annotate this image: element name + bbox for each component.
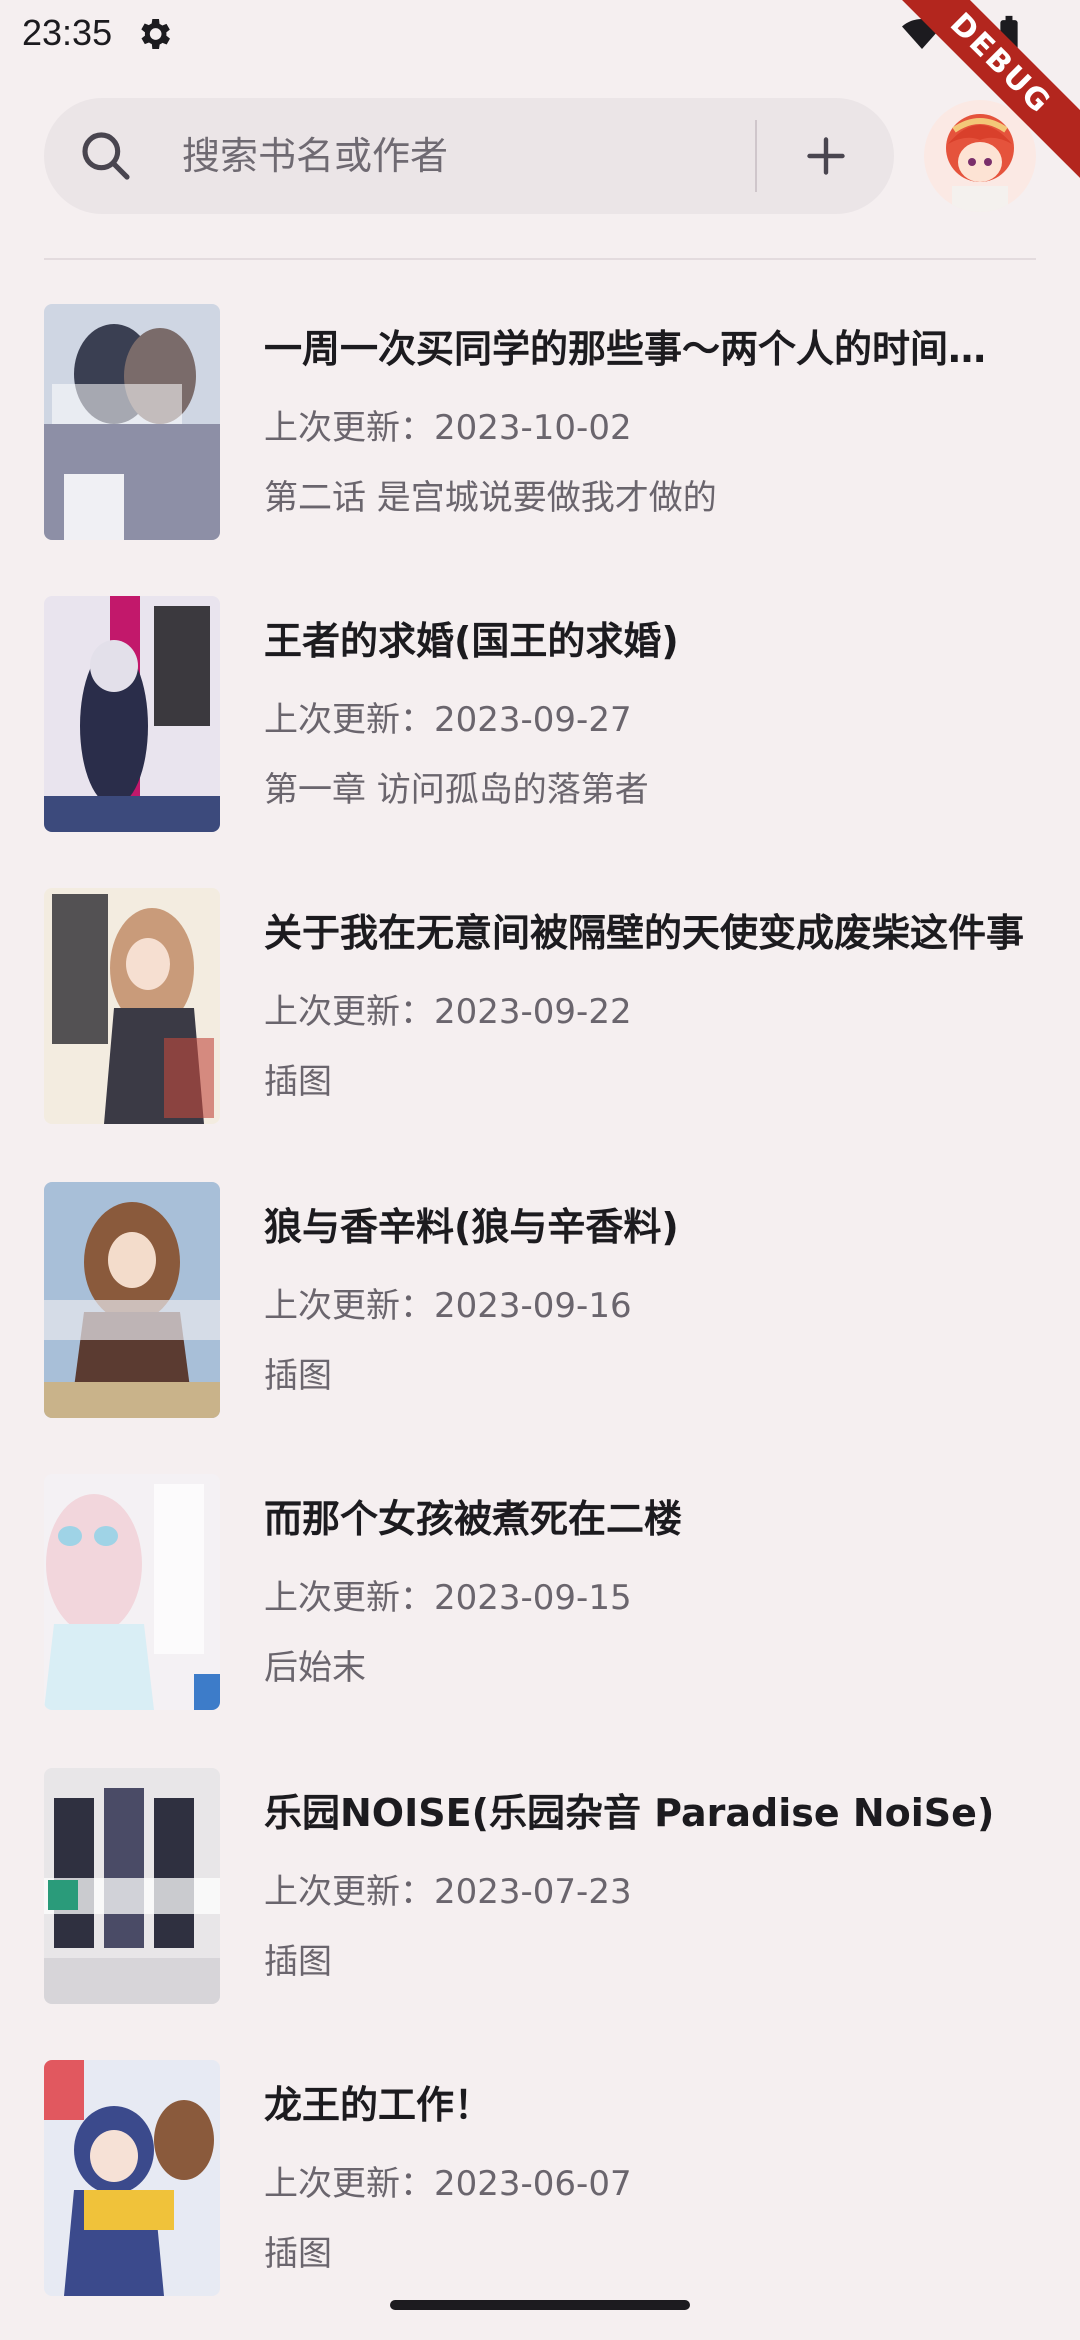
add-button[interactable] xyxy=(786,116,866,196)
book-list-item[interactable]: 而那个女孩被煮死在二楼 上次更新：2023-09-15 后始末 xyxy=(0,1460,1080,1710)
book-cover xyxy=(44,888,220,1124)
divider xyxy=(44,258,1036,260)
book-list-item[interactable]: 龙王的工作！ 上次更新：2023-06-07 插图 xyxy=(0,2046,1080,2296)
book-updated-date: 上次更新：2023-06-07 xyxy=(264,2164,632,2204)
search-input[interactable] xyxy=(182,98,782,214)
book-latest-chapter: 插图 xyxy=(264,1062,332,1102)
book-cover xyxy=(44,596,220,832)
book-title: 一周一次买同学的那些事～两个人的时间，用五千日元作为借口～ xyxy=(264,327,1024,371)
book-latest-chapter: 第一章 访问孤岛的落第者 xyxy=(264,770,649,810)
book-updated-date: 上次更新：2023-10-02 xyxy=(264,408,632,448)
book-latest-chapter: 第二话 是宫城说要做我才做的 xyxy=(264,478,717,518)
search-icon[interactable] xyxy=(78,128,134,184)
gear-icon xyxy=(141,19,170,49)
search-divider xyxy=(755,120,757,192)
book-updated-date: 上次更新：2023-09-22 xyxy=(264,992,632,1032)
book-updated-date: 上次更新：2023-09-16 xyxy=(264,1286,632,1326)
book-title: 龙王的工作！ xyxy=(264,2083,493,2127)
search-bar[interactable] xyxy=(44,98,894,214)
book-cover xyxy=(44,1474,220,1710)
book-title: 乐园NOISE(乐园杂音 Paradise NoiSe) xyxy=(264,1791,995,1835)
book-title: 王者的求婚(国王的求婚) xyxy=(264,619,679,663)
home-indicator[interactable] xyxy=(390,2300,690,2310)
book-latest-chapter: 插图 xyxy=(264,1942,332,1982)
book-cover xyxy=(44,2060,220,2296)
book-latest-chapter: 插图 xyxy=(264,2234,332,2274)
book-list-item[interactable]: 王者的求婚(国王的求婚) 上次更新：2023-09-27 第一章 访问孤岛的落第… xyxy=(0,582,1080,832)
book-latest-chapter: 后始末 xyxy=(264,1648,366,1688)
plus-icon xyxy=(807,137,845,175)
book-title: 关于我在无意间被隔壁的天使变成废柴这件事 xyxy=(264,911,1024,955)
status-time: 23:35 xyxy=(22,12,113,53)
book-latest-chapter: 插图 xyxy=(264,1356,332,1396)
book-list-item[interactable]: 一周一次买同学的那些事～两个人的时间，用五千日元作为借口～ 上次更新：2023-… xyxy=(0,290,1080,540)
book-list-item[interactable]: 乐园NOISE(乐园杂音 Paradise NoiSe) 上次更新：2023-0… xyxy=(0,1754,1080,2004)
book-cover xyxy=(44,304,220,540)
book-cover xyxy=(44,1768,220,2004)
book-updated-date: 上次更新：2023-07-23 xyxy=(264,1872,632,1912)
book-updated-date: 上次更新：2023-09-27 xyxy=(264,700,632,740)
book-title: 而那个女孩被煮死在二楼 xyxy=(264,1497,683,1541)
book-title: 狼与香辛料(狼与辛香料) xyxy=(264,1205,679,1249)
book-list-item[interactable]: 狼与香辛料(狼与辛香料) 上次更新：2023-09-16 插图 xyxy=(0,1168,1080,1418)
book-cover xyxy=(44,1182,220,1418)
book-list-item[interactable]: 关于我在无意间被隔壁的天使变成废柴这件事 上次更新：2023-09-22 插图 xyxy=(0,874,1080,1124)
book-updated-date: 上次更新：2023-09-15 xyxy=(264,1578,632,1618)
